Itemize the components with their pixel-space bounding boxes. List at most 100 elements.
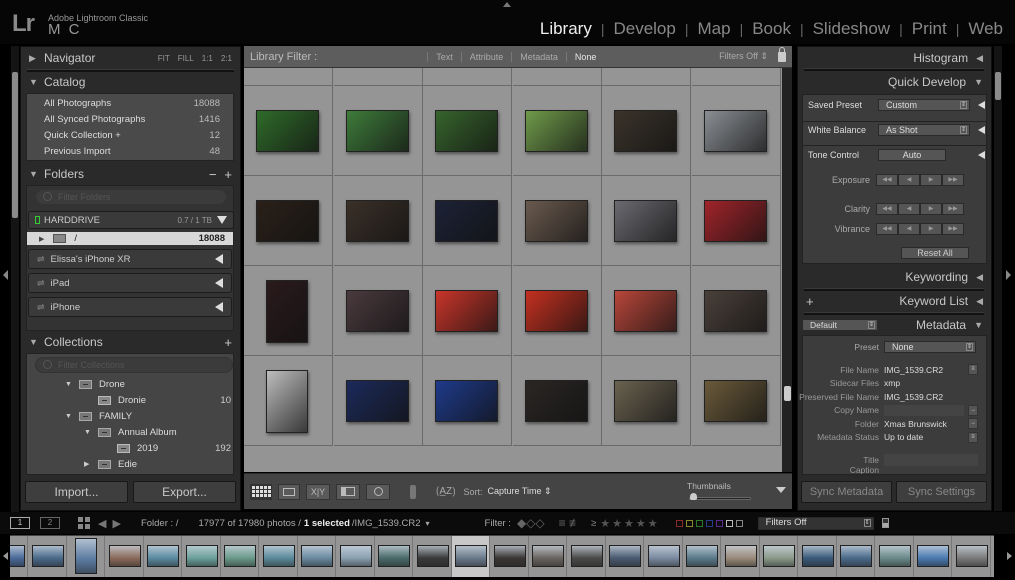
color-label-filter[interactable]	[675, 519, 683, 527]
expand-triangle-icon[interactable]	[215, 254, 223, 264]
filmstrip-thumbnail[interactable]	[570, 545, 603, 567]
color-label-filter[interactable]	[735, 519, 743, 527]
filmstrip-cell[interactable]	[914, 536, 952, 577]
photo-thumbnail[interactable]	[703, 110, 767, 152]
title-field[interactable]	[884, 453, 978, 466]
module-print[interactable]: Print	[910, 19, 949, 39]
grid-scroll-thumb[interactable]	[784, 386, 791, 401]
collapse-triangle-icon[interactable]: ▼	[65, 413, 72, 420]
filmstrip-thumbnail[interactable]	[455, 545, 487, 567]
grid-cell[interactable]	[512, 266, 602, 356]
folder-row-root[interactable]: ▶ / 18088	[27, 232, 233, 245]
main-window-button[interactable]: 1	[10, 517, 30, 529]
keyword-list-header[interactable]: + Keyword List ◀	[798, 290, 991, 312]
lock-icon[interactable]	[778, 46, 786, 62]
forward-arrow-icon[interactable]: ▶	[112, 517, 120, 530]
filmstrip-thumbnail[interactable]	[917, 545, 949, 567]
color-label-filter[interactable]	[695, 519, 703, 527]
folders-header[interactable]: ▼ Folders − +	[21, 163, 240, 185]
sort-direction-icon[interactable]: ⟮A̲Z⟯	[436, 486, 455, 497]
filmstrip-thumbnail[interactable]	[840, 545, 872, 567]
add-keyword-icon[interactable]: +	[806, 294, 814, 309]
filmstrip-thumbnail[interactable]	[801, 545, 834, 567]
auto-tone-button[interactable]: Auto	[878, 148, 946, 161]
list-icon[interactable]: ≡	[968, 364, 978, 375]
collapse-triangle-icon[interactable]: ▼	[84, 429, 91, 436]
photo-thumbnail[interactable]	[256, 200, 319, 242]
filmstrip-thumbnail[interactable]	[224, 545, 256, 567]
grid-view-icon[interactable]	[78, 517, 90, 529]
collections-header[interactable]: ▼ Collections +	[21, 331, 240, 353]
volume-collapse-icon[interactable]	[217, 216, 227, 224]
filmstrip-cell[interactable]	[606, 536, 644, 577]
filmstrip-thumbnail[interactable]	[31, 545, 64, 567]
filmstrip-thumbnail[interactable]	[955, 545, 988, 567]
filmstrip-cell[interactable]	[298, 536, 336, 577]
thumbnail-size-slider-knob[interactable]	[689, 493, 697, 500]
grid-cell[interactable]	[602, 266, 691, 356]
grid-cell[interactable]	[691, 266, 781, 356]
volume-harddrive[interactable]: HARDDRIVE 0.7 / 1 TB	[28, 211, 234, 229]
go-to-arrow-icon[interactable]: →	[968, 404, 978, 416]
rating-filter-stars[interactable]: ★ ★ ★ ★ ★	[600, 517, 659, 530]
grid-cell[interactable]	[423, 176, 512, 266]
filmstrip-thumbnail[interactable]	[724, 545, 757, 567]
filmstrip-scroll-right-arrow[interactable]	[1007, 552, 1012, 560]
device-volume[interactable]: ⇌ Elissa's iPhone XR	[28, 249, 232, 269]
filmstrip-thumbnail[interactable]	[416, 545, 449, 567]
collection-item[interactable]: ▼ Drone	[27, 376, 227, 392]
photo-thumbnail[interactable]	[266, 280, 308, 343]
photo-thumbnail[interactable]	[435, 290, 498, 332]
device-volume[interactable]: ⇌ iPad	[28, 273, 232, 293]
histogram-header[interactable]: Histogram ◀	[798, 47, 991, 69]
filmstrip-cell[interactable]	[491, 536, 529, 577]
metadata-preset-select[interactable]: None ⇕	[884, 340, 976, 353]
grid-cell[interactable]	[333, 176, 423, 266]
filmstrip-cell[interactable]	[337, 536, 375, 577]
grid-cell[interactable]	[602, 86, 691, 176]
filmstrip-cell[interactable]	[953, 536, 991, 577]
grid-cell[interactable]	[423, 86, 512, 176]
grid-cell[interactable]	[691, 356, 781, 446]
collapse-triangle-icon[interactable]: ▼	[65, 381, 72, 388]
painter-spray-can-icon[interactable]	[410, 484, 416, 499]
toolbar-options-dropdown[interactable]	[776, 487, 786, 493]
metadata-value[interactable]	[884, 404, 964, 416]
filmstrip-cell[interactable]	[10, 536, 28, 577]
photo-thumbnail[interactable]	[614, 200, 677, 242]
photo-thumbnail[interactable]	[266, 370, 308, 433]
grid-view-button[interactable]	[250, 483, 272, 500]
filmstrip-thumbnail[interactable]	[763, 545, 795, 567]
grid-scrollbar[interactable]	[782, 68, 792, 472]
photo-thumbnail[interactable]	[345, 290, 409, 332]
photo-thumbnail[interactable]	[435, 380, 498, 422]
loupe-view-button[interactable]	[278, 483, 300, 500]
navigator-zoom-fill[interactable]: FILL	[178, 54, 194, 63]
remove-folder-icon[interactable]: −	[209, 167, 217, 182]
grid-cell[interactable]	[333, 68, 423, 86]
grid-cell[interactable]	[423, 266, 512, 356]
filmstrip-cell[interactable]	[683, 536, 721, 577]
flag-filter-icons[interactable]: ◆◇◇	[517, 516, 545, 530]
compare-view-button[interactable]: X|Y	[306, 483, 330, 500]
collection-item[interactable]: ▶ Edie	[27, 456, 227, 472]
rating-operator[interactable]: ≥	[591, 518, 596, 529]
right-panel-scroll-thumb[interactable]	[995, 72, 1001, 100]
collapse-top-panel-arrow[interactable]	[503, 2, 511, 7]
navigator-zoom-2-1[interactable]: 2:1	[221, 54, 232, 63]
filmstrip-cell[interactable]	[221, 536, 259, 577]
filmstrip-cell[interactable]	[183, 536, 221, 577]
metadata-header[interactable]: Default ⇕ Metadata ▼	[798, 314, 991, 336]
expand-triangle-icon[interactable]: ▶	[84, 460, 89, 468]
filmstrip-cell[interactable]	[529, 536, 567, 577]
collapse-right-panel-arrow[interactable]	[1006, 270, 1011, 280]
grid-cell[interactable]	[244, 266, 333, 356]
color-label-filter[interactable]	[715, 519, 723, 527]
expand-triangle-icon[interactable]	[978, 101, 985, 109]
grid-cell[interactable]	[244, 68, 333, 86]
filmstrip-cell[interactable]	[375, 536, 413, 577]
module-library[interactable]: Library	[538, 19, 594, 39]
grid-cell[interactable]	[602, 68, 691, 86]
filmstrip-thumbnail[interactable]	[339, 545, 372, 567]
color-label-filter[interactable]	[685, 519, 693, 527]
